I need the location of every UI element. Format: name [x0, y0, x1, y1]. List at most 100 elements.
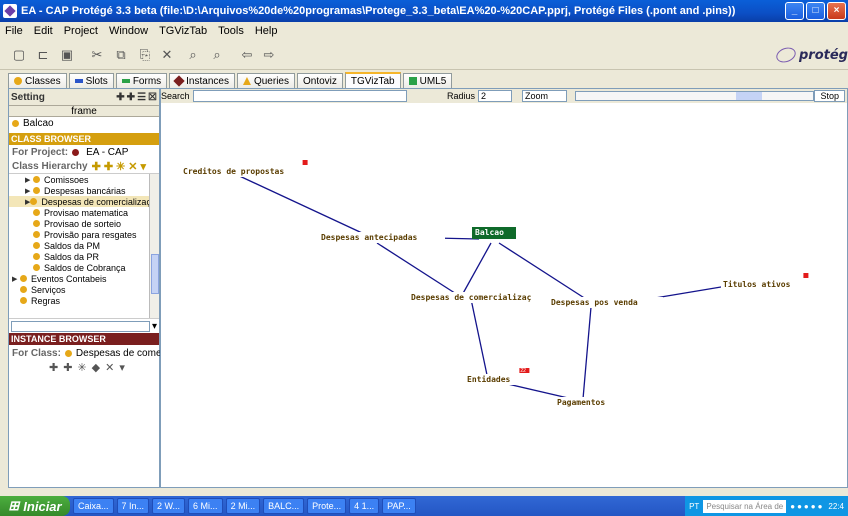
tree-item[interactable]: ▶ Comissoes	[9, 174, 159, 185]
frame-row[interactable]: Balcao	[9, 117, 159, 129]
find-next-icon[interactable]: ⌕	[210, 48, 224, 62]
delete-icon[interactable]: ✕	[160, 48, 174, 62]
graph-node-comercializ[interactable]: Despesas de comercializaç	[409, 292, 565, 303]
tab-forms[interactable]: Forms	[115, 73, 168, 88]
close-button[interactable]: ×	[827, 2, 846, 20]
instance-tools-icon[interactable]: ✚✚✳◆✕▾	[9, 361, 159, 374]
copy-icon[interactable]: ⧉	[114, 48, 128, 62]
open-folder-icon[interactable]: ⊏	[36, 48, 50, 62]
graph-node-label: Pagamentos	[557, 398, 605, 407]
maximize-button[interactable]: □	[806, 2, 825, 20]
paste-icon[interactable]: ⎘	[138, 48, 152, 62]
tree-item[interactable]: Saldos da PM	[9, 240, 159, 251]
tree-search-input[interactable]	[11, 320, 150, 332]
tab-slots[interactable]: Slots	[68, 73, 114, 88]
back-icon[interactable]: ⇦	[240, 48, 254, 62]
tree-search: ▾	[9, 319, 159, 333]
tree-item-label: Saldos da PR	[44, 251, 100, 262]
node-badge-count: 22	[520, 368, 526, 374]
class-dot-icon	[30, 198, 38, 205]
expand-arrow-icon[interactable]: ▶	[12, 275, 20, 283]
tree-item[interactable]: Regras	[9, 295, 159, 306]
zoom-slider[interactable]	[575, 91, 815, 101]
menu-file[interactable]: File	[5, 25, 23, 37]
node-badge-icon	[803, 273, 809, 278]
menu-bar: File Edit Project Window TGVizTab Tools …	[0, 22, 848, 40]
taskbar-item[interactable]: PAP...	[382, 498, 416, 514]
class-dot-icon	[33, 176, 40, 183]
expand-arrow-icon[interactable]: ▶	[25, 187, 33, 195]
edge-creditos-antecipadas	[232, 172, 376, 240]
taskbar-item[interactable]: 2 W...	[152, 498, 186, 514]
zoom-select[interactable]: Zoom	[521, 90, 568, 102]
taskbar-item[interactable]: Prote...	[307, 498, 347, 514]
tab-queries[interactable]: Queries	[236, 73, 295, 88]
system-tray: PT Pesquisar na Área de ●●●●● 22:4	[685, 496, 848, 516]
tree-item[interactable]: ▶ Eventos Contabeis	[9, 273, 159, 284]
graph-node-posvenda[interactable]: Despesas pos venda	[549, 297, 663, 308]
class-dot-icon	[33, 209, 40, 216]
minimize-button[interactable]: _	[785, 2, 804, 20]
tab-tgviztab[interactable]: TGVizTab	[344, 72, 401, 88]
new-file-icon[interactable]: ▢	[12, 48, 26, 62]
tree-item[interactable]: Serviços	[9, 284, 159, 295]
graph-node-antecipadas[interactable]: Despesas antecipadas	[319, 232, 445, 243]
taskbar-item[interactable]: BALC...	[263, 498, 305, 514]
tab-instances[interactable]: Instances	[169, 73, 235, 88]
taskbar-item[interactable]: Caixa...	[73, 498, 114, 514]
tree-item[interactable]: ▶ Despesas bancárias	[9, 185, 159, 196]
menu-project[interactable]: Project	[64, 25, 98, 37]
menu-edit[interactable]: Edit	[34, 25, 53, 37]
taskbar-item[interactable]: 7 In...	[116, 498, 150, 514]
tree-item[interactable]: Provisão para resgates	[9, 229, 159, 240]
taskbar-item[interactable]: 4 1...	[349, 498, 380, 514]
hierarchy-tools-icon[interactable]: ✚✚✳✕▾	[92, 160, 149, 173]
menu-tools[interactable]: Tools	[218, 25, 244, 37]
tree-item[interactable]: Saldos da PR	[9, 251, 159, 262]
cut-icon[interactable]: ✂	[90, 48, 104, 62]
taskbar-item[interactable]: 6 Mi...	[188, 498, 223, 514]
tree-item[interactable]: Provisao de sorteio	[9, 218, 159, 229]
remove-icon[interactable]: ☒	[148, 92, 157, 103]
menu-tgviztab[interactable]: TGVizTab	[159, 25, 207, 37]
save-icon[interactable]: ▣	[60, 48, 74, 62]
search-binoculars-icon[interactable]: ▾	[152, 321, 157, 332]
add-child-icon[interactable]: ✚	[127, 92, 135, 103]
menu-window[interactable]: Window	[109, 25, 148, 37]
graph-node-balcao[interactable]: Balcao	[472, 227, 516, 239]
desktop-search-input[interactable]: Pesquisar na Área de	[703, 499, 787, 513]
menu-help[interactable]: Help	[255, 25, 278, 37]
expand-arrow-icon[interactable]: ▶	[25, 176, 33, 184]
radius-select[interactable]: 2	[477, 90, 512, 102]
tree-item-label: Despesas de comercialização	[41, 196, 159, 207]
list-icon[interactable]: ☰	[137, 92, 146, 103]
graph-node-titulos[interactable]: Titulos ativos	[721, 273, 811, 290]
tree-item[interactable]: ▶ Despesas de comercialização	[9, 196, 159, 207]
find-icon[interactable]: ⌕	[186, 48, 200, 62]
class-tree: ▶ Comissoes ▶ Despesas bancárias ▶ Despesas d…	[9, 173, 159, 319]
tree-item-label: Serviços	[31, 284, 66, 295]
protege-brand: protég	[774, 45, 848, 65]
tab-classes[interactable]: Classes	[8, 73, 67, 88]
tree-scrollbar[interactable]	[149, 174, 159, 318]
graph-node-label: Titulos ativos	[723, 279, 791, 289]
tree-item[interactable]: Provisao matematica	[9, 207, 159, 218]
node-badge-icon	[302, 160, 308, 165]
graph-node-label: Despesas antecipadas	[321, 232, 418, 242]
start-button[interactable]: ⊞ Iniciar	[0, 496, 70, 516]
tray-icons: ●●●●●	[790, 501, 825, 511]
graph-search-input[interactable]	[192, 90, 407, 102]
tree-item[interactable]: Saldos de Cobrança	[9, 262, 159, 273]
tab-ontoviz[interactable]: Ontoviz	[296, 73, 343, 88]
graph-canvas[interactable]: Creditos de propostas Despesas antecipada…	[161, 103, 847, 487]
class-dot-icon	[33, 231, 40, 238]
forward-icon[interactable]: ⇨	[262, 48, 276, 62]
tab-uml5[interactable]: UML5	[402, 73, 453, 88]
taskbar-item[interactable]: 2 Mi...	[225, 498, 261, 514]
add-setting-icon[interactable]: ✚	[116, 92, 124, 103]
edge-balcao-comercializ	[460, 242, 492, 298]
graph-node-pagamentos[interactable]: Pagamentos	[555, 397, 621, 408]
graph-node-creditos[interactable]: Creditos de propostas	[181, 160, 313, 177]
stop-button[interactable]: Stop	[814, 90, 845, 102]
graph-node-entidades[interactable]: Entidades 22	[465, 368, 530, 385]
